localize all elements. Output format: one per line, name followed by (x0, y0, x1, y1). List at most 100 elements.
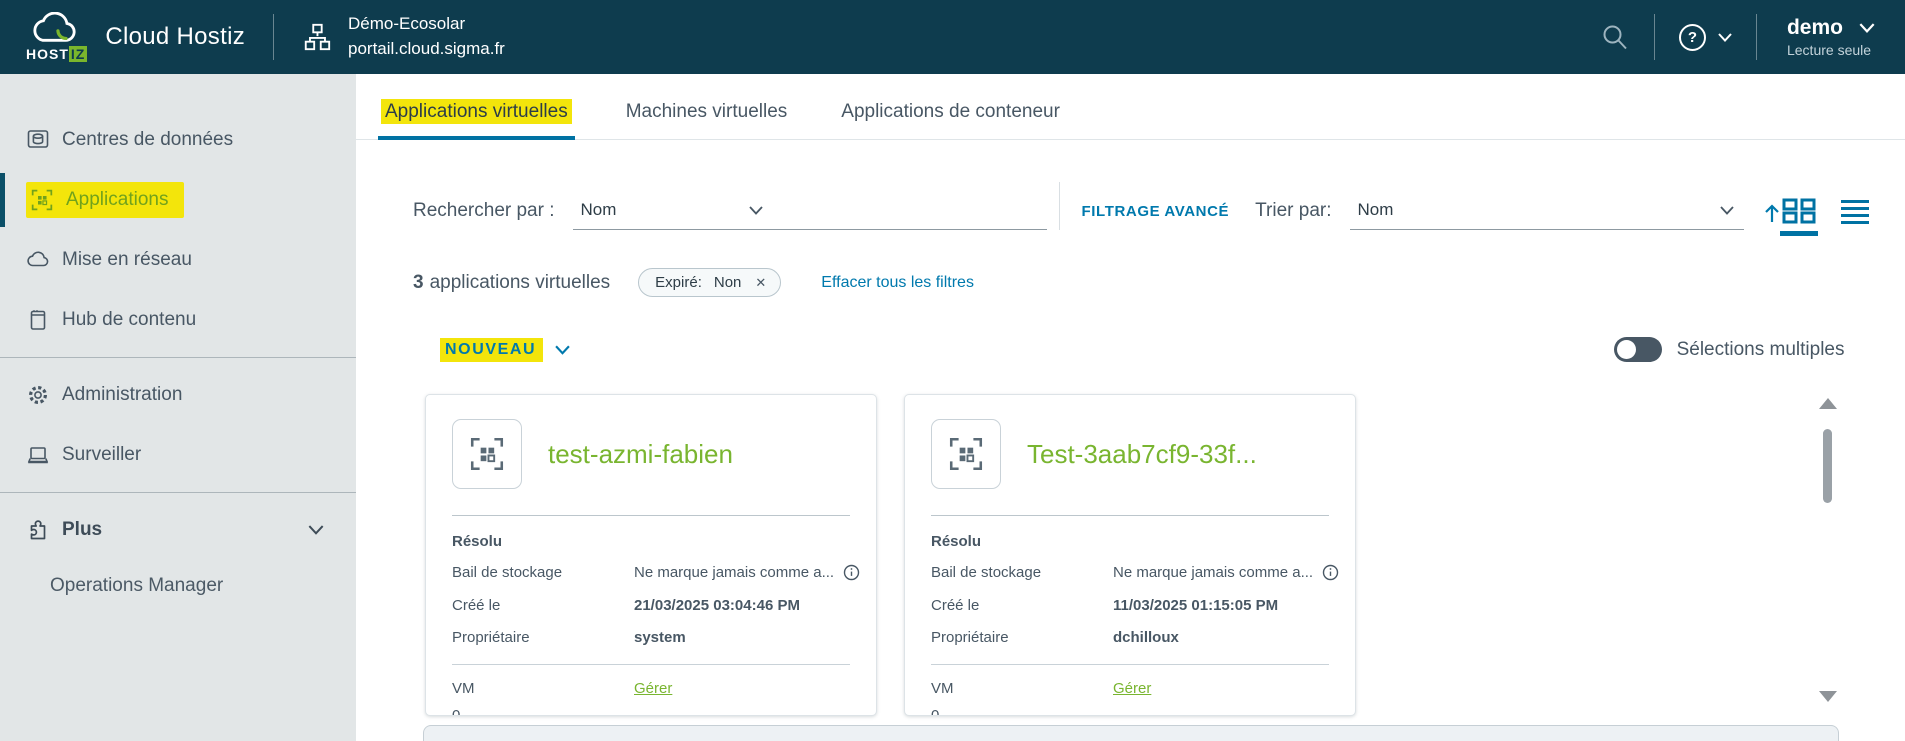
sidebar-item-label: Surveiller (62, 444, 141, 466)
vapp-card[interactable]: test-azmi-fabien Résolu Bail de stockage… (425, 394, 877, 716)
created-label: Créé le (452, 596, 634, 616)
card-row-vm: VM Gérer (452, 679, 850, 699)
scroll-down-arrow-icon[interactable] (1819, 691, 1837, 702)
vapp-icon-box (931, 419, 1001, 489)
sidebar-item-administration[interactable]: Administration (0, 365, 356, 425)
info-icon[interactable] (843, 564, 860, 581)
chevron-down-icon (1859, 23, 1875, 33)
chip-value: Non (714, 274, 742, 291)
search-field-select[interactable]: Nom (573, 194, 773, 230)
sidebar-nav: Centres de données Applications Mise en … (0, 74, 356, 741)
card-row-lease: Bail de stockage Ne marque jamais comme … (931, 563, 1329, 583)
chip-close-icon[interactable]: ✕ (755, 275, 766, 291)
filter-chip-expire[interactable]: Expiré: Non ✕ (638, 268, 781, 297)
vapp-title-link[interactable]: test-azmi-fabien (548, 439, 733, 470)
sidebar-item-plus[interactable]: Plus (0, 500, 356, 560)
result-count: 3 (413, 272, 424, 294)
org-selector[interactable]: Démo-Ecosolar portail.cloud.sigma.fr (302, 12, 505, 61)
new-button[interactable]: NOUVEAU (440, 338, 570, 362)
tab-label: Applications de conteneur (841, 101, 1060, 122)
network-cloud-icon (26, 248, 50, 272)
vapp-card[interactable]: Test-3aab7cf9-33f... Résolu Bail de stoc… (904, 394, 1356, 716)
list-view-button[interactable] (1836, 198, 1870, 224)
sidebar-item-label: Mise en réseau (62, 249, 192, 271)
multi-select-control: Sélections multiples (1614, 337, 1845, 362)
tab-applications-virtuelles[interactable]: Applications virtuelles (378, 101, 575, 139)
chevron-down-icon (555, 345, 570, 355)
sidebar-item-operations-manager[interactable]: Operations Manager (0, 560, 356, 612)
sidebar-divider (0, 492, 356, 493)
clear-filters-link[interactable]: Effacer tous les filtres (821, 274, 974, 292)
card-header: Test-3aab7cf9-33f... (931, 419, 1329, 489)
manage-vm-link[interactable]: Gérer (634, 679, 672, 699)
chip-label: Expiré: (655, 274, 702, 291)
sort-ascending-icon[interactable] (1762, 202, 1782, 224)
scrollbar-thumb[interactable] (1823, 429, 1832, 503)
new-button-label: NOUVEAU (440, 338, 543, 362)
logo-wordmark: HOSTIZ (26, 47, 87, 62)
sidebar-item-label: Operations Manager (50, 575, 223, 597)
card-divider (931, 515, 1329, 516)
tab-bar: Applications virtuelles Machines virtuel… (356, 74, 1905, 140)
lease-value: Ne marque jamais comme a... (634, 563, 834, 583)
results-bar: 3 applications virtuelles Expiré: Non ✕ … (413, 268, 1905, 297)
sidebar-item-hub-de-contenu[interactable]: Hub de contenu (0, 290, 356, 350)
vapp-title-link[interactable]: Test-3aab7cf9-33f... (1027, 439, 1257, 470)
lease-label: Bail de stockage (452, 563, 634, 583)
content-hub-icon (26, 308, 50, 332)
tab-machines-virtuelles[interactable]: Machines virtuelles (623, 101, 791, 139)
advanced-filter-button[interactable]: FILTRAGE AVANCÉ (1082, 203, 1230, 220)
header-divider (1654, 14, 1655, 60)
org-url: portail.cloud.sigma.fr (348, 37, 505, 62)
sidebar-divider (0, 357, 356, 358)
tab-applications-de-conteneur[interactable]: Applications de conteneur (838, 101, 1063, 139)
brand-logo: HOSTIZ (26, 12, 87, 62)
scroll-up-arrow-icon[interactable] (1819, 398, 1837, 409)
sidebar-item-label: Administration (62, 384, 182, 406)
card-divider (452, 664, 850, 665)
search-by-label: Rechercher par : (413, 200, 555, 222)
help-menu[interactable]: ? (1679, 24, 1732, 51)
search-input[interactable] (773, 192, 1047, 230)
lease-label: Bail de stockage (931, 563, 1113, 583)
vapp-icon (947, 435, 985, 473)
cloud-logo-icon (28, 12, 86, 46)
lease-value: Ne marque jamais comme a... (1113, 563, 1313, 583)
created-value: 21/03/2025 03:04:46 PM (634, 596, 800, 616)
sidebar-item-label: Centres de données (62, 129, 233, 151)
main-content: Applications virtuelles Machines virtuel… (356, 74, 1905, 741)
multi-select-toggle[interactable] (1614, 337, 1662, 362)
toolbar-divider (1059, 182, 1060, 230)
sitemap-icon (302, 22, 332, 52)
chevron-down-icon (1718, 33, 1732, 42)
vertical-scrollbar[interactable] (1817, 398, 1839, 704)
sort-value: Nom (1358, 200, 1394, 220)
search-icon[interactable] (1598, 21, 1630, 53)
grid-view-button[interactable] (1782, 198, 1816, 224)
bottom-tasks-panel[interactable] (423, 725, 1839, 741)
card-divider (452, 515, 850, 516)
card-header: test-azmi-fabien (452, 419, 850, 489)
owner-label: Propriétaire (931, 628, 1113, 648)
created-value: 11/03/2025 01:15:05 PM (1113, 596, 1278, 616)
chevron-down-icon (1720, 206, 1734, 215)
owner-value: system (634, 628, 686, 648)
info-icon[interactable] (1322, 564, 1339, 581)
sidebar-item-surveiller[interactable]: Surveiller (0, 425, 356, 485)
card-row-created: Créé le 11/03/2025 01:15:05 PM (931, 596, 1329, 616)
vapp-card-grid: test-azmi-fabien Résolu Bail de stockage… (425, 394, 1905, 716)
sidebar-item-mise-en-reseau[interactable]: Mise en réseau (0, 230, 356, 290)
manage-vm-link[interactable]: Gérer (1113, 679, 1151, 699)
help-icon: ? (1679, 24, 1706, 51)
sidebar-item-label: Applications (66, 189, 168, 211)
owner-value: dchilloux (1113, 628, 1179, 648)
card-row-created: Créé le 21/03/2025 03:04:46 PM (452, 596, 850, 616)
sidebar-item-centres-de-donnees[interactable]: Centres de données (0, 110, 356, 170)
gear-icon (26, 383, 50, 407)
user-menu[interactable]: demo Lecture seule (1787, 16, 1875, 58)
lease-value-wrap: Ne marque jamais comme a... (634, 563, 860, 583)
card-row-owner: Propriétaire system (452, 628, 850, 648)
sidebar-item-applications[interactable]: Applications (0, 170, 356, 230)
chevron-down-icon (308, 525, 324, 535)
sort-select[interactable]: Nom (1350, 194, 1744, 230)
